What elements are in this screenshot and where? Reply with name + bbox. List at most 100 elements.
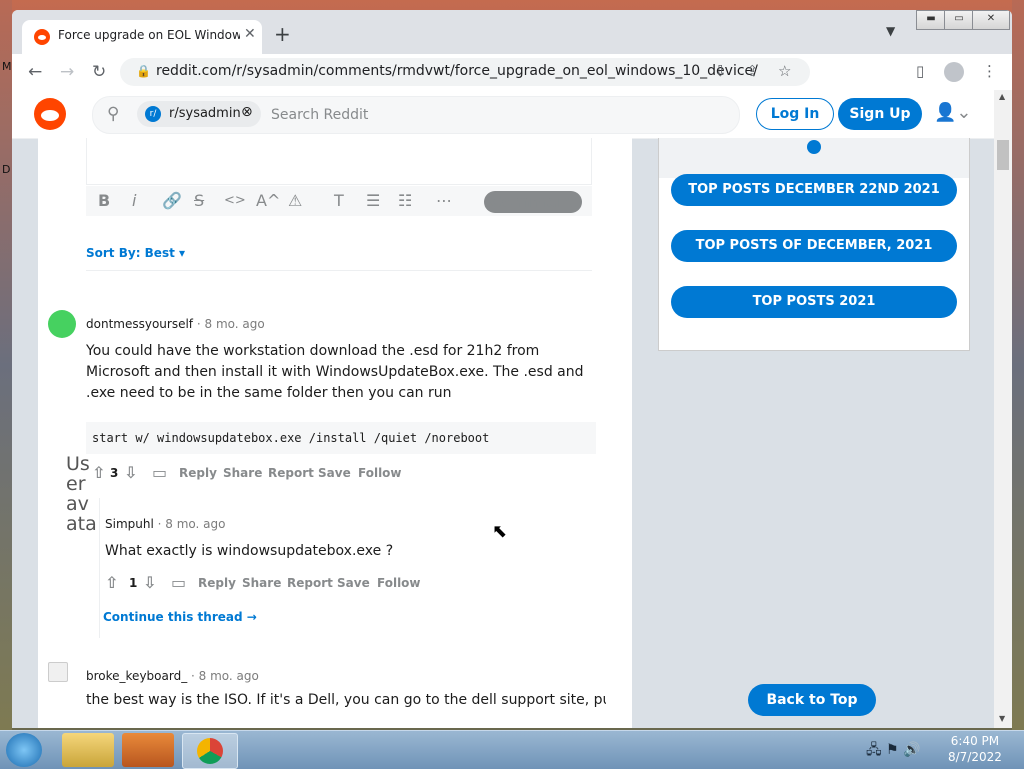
sort-dropdown[interactable]: Sort By: Best ▾: [86, 246, 185, 260]
subreddit-chip-label: r/sysadmin: [169, 106, 241, 121]
close-window-button[interactable]: ✕: [972, 10, 1010, 30]
save-button[interactable]: Save: [318, 466, 351, 480]
system-tray-icons[interactable]: 🖧 ⚑ 🔊: [866, 739, 921, 763]
reply-icon[interactable]: ▭: [152, 463, 167, 482]
divider: [86, 270, 592, 271]
forward-icon[interactable]: →: [60, 62, 74, 82]
tab-close-icon[interactable]: ✕: [244, 26, 256, 42]
reddit-favicon-icon: [34, 29, 50, 45]
install-app-icon[interactable]: ⇩: [714, 62, 727, 80]
vote-count: 1: [129, 576, 138, 590]
page-scrollbar[interactable]: ▲ ▼: [994, 90, 1012, 728]
avatar[interactable]: [48, 662, 68, 682]
italic-icon[interactable]: i: [132, 191, 136, 210]
top-posts-day-link[interactable]: TOP POSTS DECEMBER 22ND 2021: [671, 174, 957, 206]
code-block: start w/ windowsupdatebox.exe /install /…: [86, 422, 596, 454]
top-posts-month-link[interactable]: TOP POSTS OF DECEMBER, 2021: [671, 230, 957, 262]
comment-body: You could have the workstation download …: [86, 343, 584, 401]
bold-icon[interactable]: B: [98, 191, 110, 210]
reply-icon[interactable]: ▭: [171, 573, 186, 592]
comment-author[interactable]: broke_keyboard_: [86, 669, 187, 683]
bookmark-star-icon[interactable]: ☆: [778, 62, 791, 80]
maximize-button[interactable]: ▭: [944, 10, 974, 30]
related-links-card: TOP POSTS DECEMBER 22ND 2021 TOP POSTS O…: [658, 138, 970, 351]
side-panel-icon[interactable]: ▯: [916, 62, 924, 80]
comment-age: · 8 mo. ago: [157, 517, 226, 531]
chip-remove-icon[interactable]: ⊗: [241, 104, 253, 120]
more-options-icon[interactable]: ⋯: [436, 191, 452, 210]
search-bar[interactable]: ⚲ r/ r/sysadmin ⊗ Search Reddit: [92, 96, 740, 134]
scroll-thumb[interactable]: [997, 140, 1009, 170]
search-input[interactable]: Search Reddit: [271, 107, 368, 123]
chrome-taskbar-button[interactable]: [182, 733, 238, 769]
superscript-icon[interactable]: A^: [256, 191, 280, 210]
share-button[interactable]: Share: [242, 576, 281, 590]
user-menu-icon[interactable]: 👤⌄: [934, 102, 972, 123]
share-icon[interactable]: ⇪: [746, 62, 759, 80]
start-button[interactable]: [6, 733, 42, 767]
chrome-icon: [197, 738, 223, 764]
report-button[interactable]: Report: [268, 466, 314, 480]
continue-thread-link[interactable]: Continue this thread →: [103, 610, 257, 624]
inline-code-icon[interactable]: <>: [224, 193, 246, 208]
follow-button[interactable]: Follow: [377, 576, 421, 590]
comment-body: the best way is the ISO. If it's a Dell,…: [86, 692, 606, 708]
taskbar: 🖧 ⚑ 🔊 6:40 PM 8/7/2022: [0, 730, 1024, 769]
save-button[interactable]: Save: [337, 576, 370, 590]
follow-button[interactable]: Follow: [358, 466, 402, 480]
file-explorer-icon[interactable]: [62, 733, 114, 767]
reddit-page: ⚲ r/ r/sysadmin ⊗ Search Reddit Log In S…: [12, 90, 994, 728]
reddit-logo-icon[interactable]: [34, 98, 66, 130]
comment-age: · 8 mo. ago: [196, 317, 265, 331]
browser-tab[interactable]: Force upgrade on EOL Windows ✕: [22, 20, 262, 54]
minimize-button[interactable]: ▬: [916, 10, 946, 30]
reply-button[interactable]: Reply: [179, 466, 217, 480]
clock-time: 6:40 PM: [950, 734, 1000, 748]
comment-button[interactable]: Comment: [484, 191, 582, 213]
back-to-top-button[interactable]: Back to Top: [748, 684, 876, 716]
editor-toolbar: B i 🔗 S <> A^ ⚠ T ☰ ☷ ⋯ Comment: [86, 186, 592, 216]
report-button[interactable]: Report: [287, 576, 333, 590]
heading-icon[interactable]: T: [334, 191, 344, 210]
link-icon[interactable]: 🔗: [162, 191, 182, 210]
downvote-icon[interactable]: ⇩: [124, 463, 137, 482]
downvote-icon[interactable]: ⇩: [143, 573, 156, 592]
desktop-strip-right: [1012, 0, 1024, 730]
comment-textarea[interactable]: [86, 138, 592, 185]
upvote-icon[interactable]: ⇧: [105, 573, 118, 592]
avatar[interactable]: [48, 310, 76, 338]
top-posts-year-link[interactable]: TOP POSTS 2021: [671, 286, 957, 318]
address-bar[interactable]: 🔒 reddit.com/r/sysadmin/comments/rmdvwt/…: [120, 58, 810, 86]
scroll-down-icon[interactable]: ▼: [999, 714, 1005, 723]
sign-up-button[interactable]: Sign Up: [838, 98, 922, 130]
vote-count: 3: [110, 466, 119, 480]
strikethrough-icon[interactable]: S: [194, 191, 204, 210]
reload-icon[interactable]: ↻: [92, 62, 106, 82]
comment-header: broke_keyboard_ · 8 mo. ago: [86, 669, 259, 683]
share-button[interactable]: Share: [223, 466, 262, 480]
media-player-icon[interactable]: [122, 733, 174, 767]
url-text: reddit.com/r/sysadmin/comments/rmdvwt/fo…: [156, 63, 758, 79]
comment-header: Simpuhl · 8 mo. ago: [105, 517, 225, 531]
thread-line[interactable]: [99, 498, 100, 638]
desktop-strip-left: [0, 0, 12, 730]
tab-search-icon[interactable]: ▼: [886, 24, 895, 38]
lock-icon[interactable]: 🔒: [136, 64, 151, 78]
menu-kebab-icon[interactable]: ⋮: [982, 62, 997, 80]
subreddit-icon: r/: [145, 106, 161, 122]
scroll-up-icon[interactable]: ▲: [999, 92, 1005, 101]
comment-author[interactable]: dontmessyourself: [86, 317, 193, 331]
subreddit-filter-chip[interactable]: r/ r/sysadmin ⊗: [137, 101, 261, 127]
spoiler-icon[interactable]: ⚠: [288, 191, 302, 210]
upvote-icon[interactable]: ⇧: [92, 463, 105, 482]
clock-date: 8/7/2022: [948, 750, 1002, 764]
comment-author[interactable]: Simpuhl: [105, 517, 154, 531]
profile-avatar-icon[interactable]: [944, 62, 964, 82]
bulleted-list-icon[interactable]: ☰: [366, 191, 380, 210]
numbered-list-icon[interactable]: ☷: [398, 191, 412, 210]
reply-button[interactable]: Reply: [198, 576, 236, 590]
back-icon[interactable]: ←: [28, 62, 42, 82]
clock[interactable]: 6:40 PM 8/7/2022: [948, 733, 1002, 765]
log-in-button[interactable]: Log In: [756, 98, 834, 130]
new-tab-button[interactable]: +: [274, 22, 291, 46]
